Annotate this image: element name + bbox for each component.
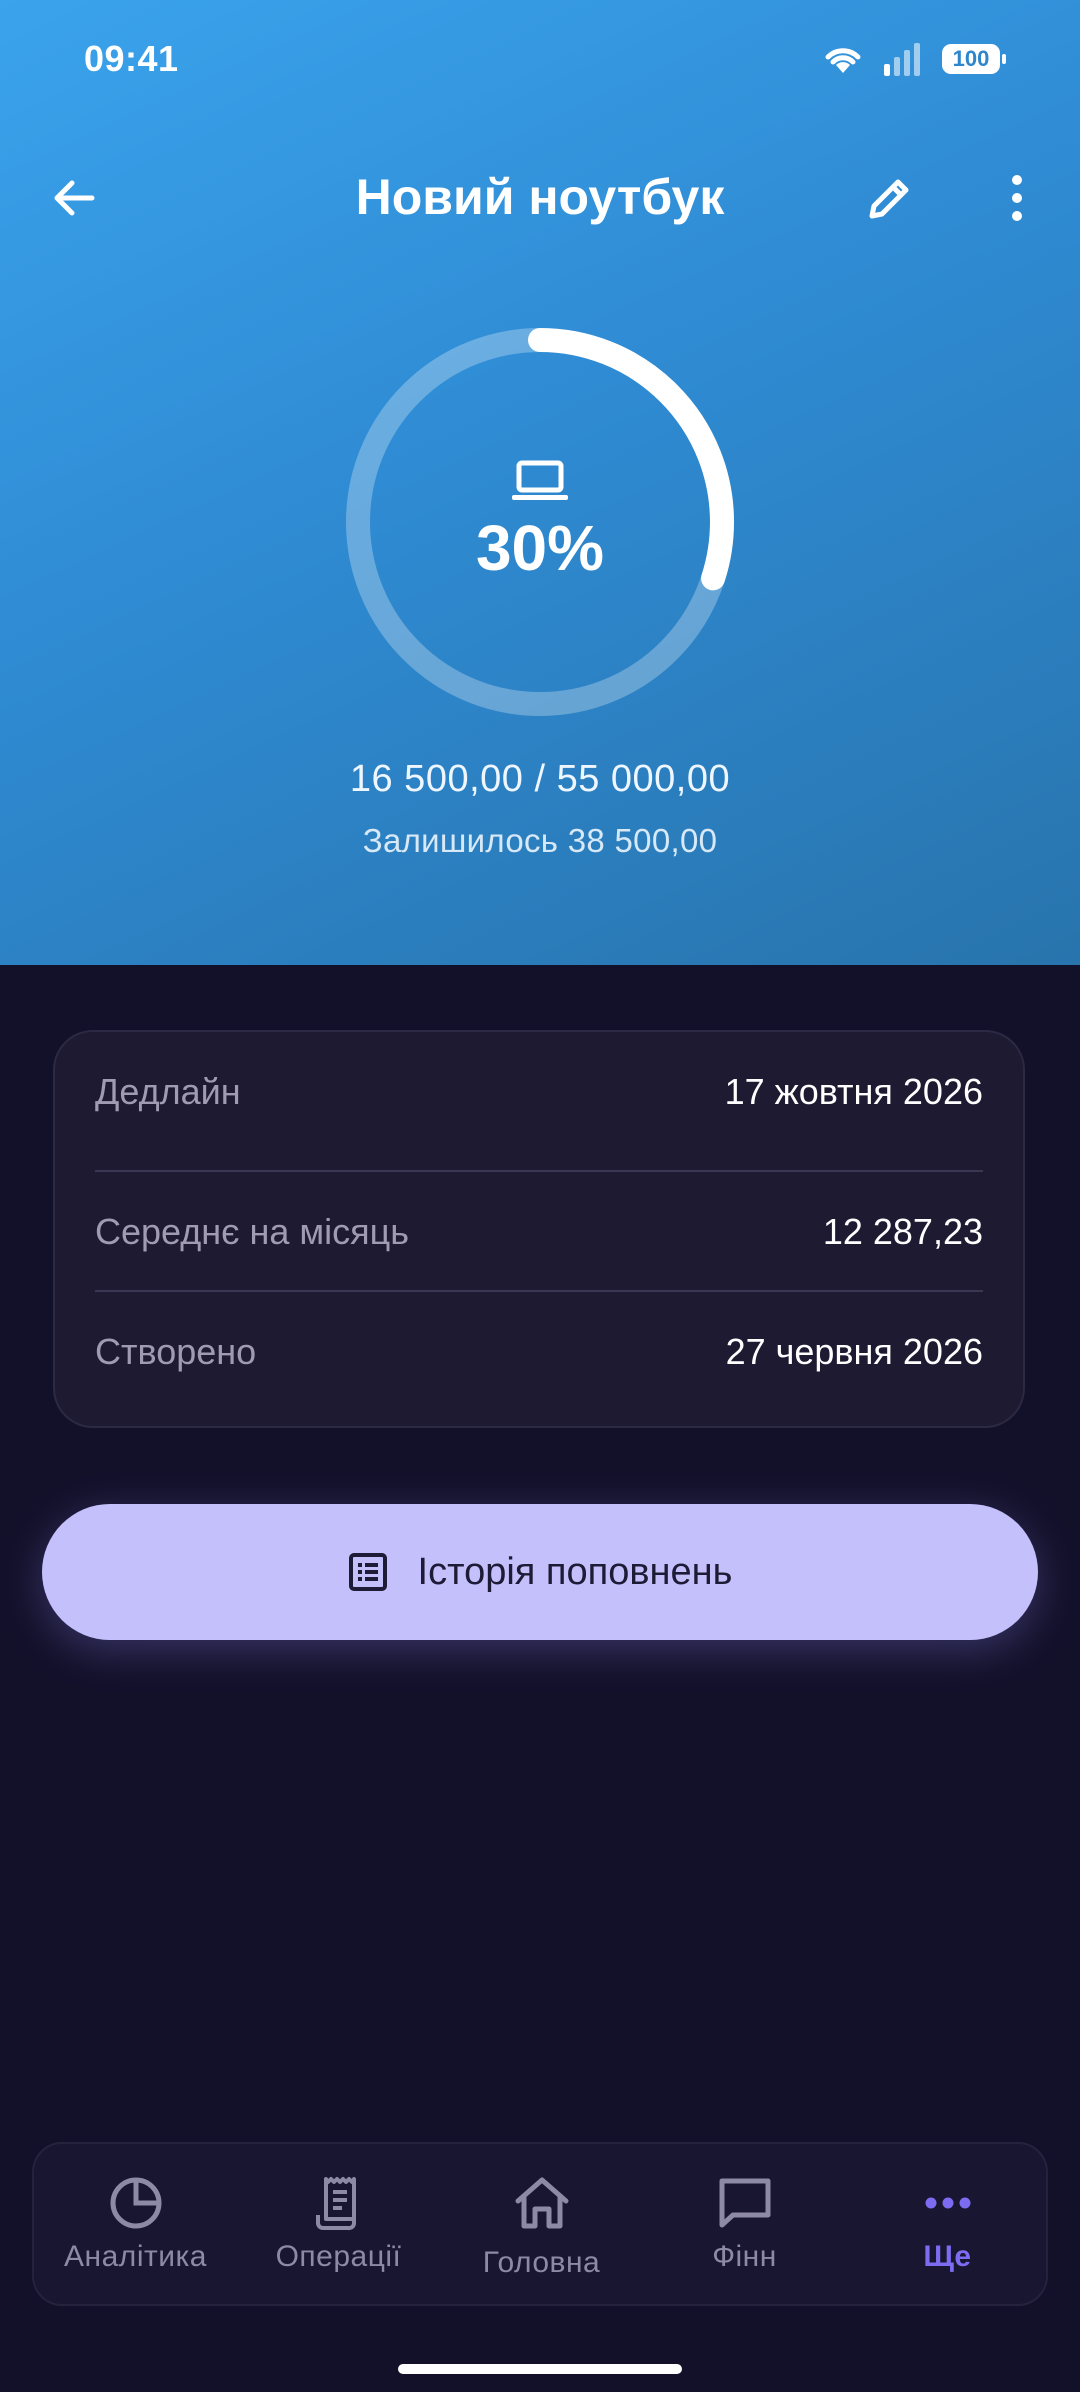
detail-label: Дедлайн — [95, 1071, 241, 1112]
chat-icon — [719, 2178, 770, 2228]
detail-row-created: Створено 27 червня 2026 — [95, 1292, 983, 1412]
status-time: 09:41 — [84, 38, 179, 79]
nav-operations[interactable]: Операції — [237, 2144, 440, 2308]
home-indicator — [398, 2364, 682, 2374]
progress-percent: 30% — [475, 512, 605, 584]
signal-icon — [884, 43, 920, 76]
more-options-button[interactable] — [977, 158, 1057, 238]
nav-label: Ще — [923, 2240, 972, 2273]
nav-more[interactable]: Ще — [846, 2144, 1049, 2308]
bottom-navigation: Аналітика Операції Головна Фінн Ще — [32, 2142, 1048, 2306]
nav-label: Головна — [482, 2246, 601, 2279]
receipt-icon — [315, 2177, 356, 2231]
detail-value: 12 287,23 — [822, 1211, 983, 1252]
goal-header: 09:41 100 Новий ноутбук 30% 16 500,00 / … — [0, 0, 1080, 965]
detail-label: Створено — [95, 1331, 257, 1372]
nav-label: Фінн — [712, 2240, 777, 2273]
nav-label: Аналітика — [64, 2240, 207, 2273]
detail-label: Середнє на місяць — [95, 1211, 410, 1252]
more-vertical-icon — [1012, 175, 1022, 221]
more-dots-icon — [925, 2197, 970, 2209]
detail-row-average: Середнє на місяць 12 287,23 — [95, 1172, 983, 1292]
list-icon — [348, 1553, 387, 1591]
home-icon — [515, 2177, 568, 2229]
wifi-icon — [825, 48, 861, 73]
nav-finn[interactable]: Фінн — [643, 2144, 846, 2308]
nav-analytics[interactable]: Аналітика — [34, 2144, 237, 2308]
goal-details-card: Дедлайн 17 жовтня 2026 Середнє на місяць… — [53, 1030, 1025, 1428]
remaining-amount: Залишилось 38 500,00 — [362, 822, 718, 859]
detail-value: 27 червня 2026 — [725, 1331, 983, 1372]
deposit-history-label: Історія поповнень — [417, 1550, 733, 1593]
deposit-history-button[interactable]: Історія поповнень — [42, 1504, 1038, 1640]
detail-value: 17 жовтня 2026 — [724, 1071, 983, 1112]
status-icons: 100 — [822, 42, 1006, 76]
pencil-icon — [869, 179, 909, 219]
saved-amount: 16 500,00 / 55 000,00 — [349, 758, 731, 800]
nav-label: Операції — [275, 2240, 402, 2273]
pie-chart-icon — [110, 2177, 161, 2229]
nav-home[interactable]: Головна — [440, 2144, 643, 2308]
progress-ring: 30% — [338, 320, 742, 724]
edit-button[interactable] — [850, 158, 930, 238]
detail-row-deadline: Дедлайн 17 жовтня 2026 — [95, 1032, 983, 1152]
laptop-icon — [512, 460, 568, 500]
battery-indicator: 100 — [942, 44, 1006, 74]
